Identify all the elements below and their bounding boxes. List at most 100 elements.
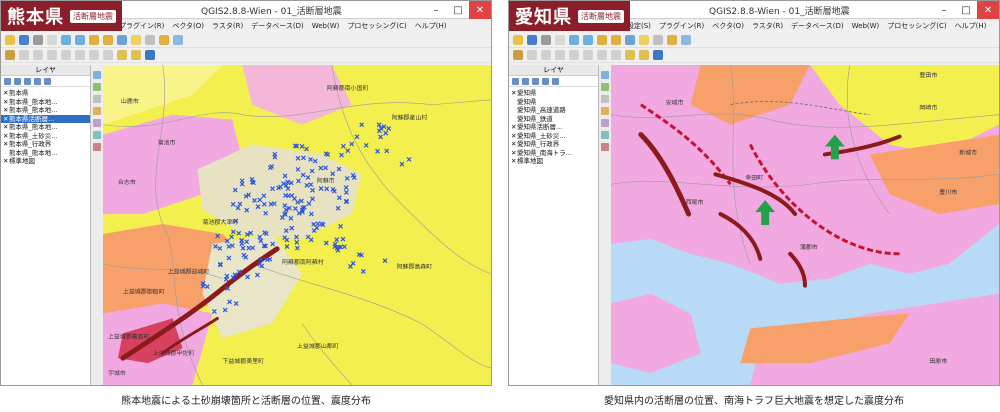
menu-web[interactable]: Web(W)	[312, 22, 340, 30]
print-icon[interactable]	[541, 35, 551, 45]
menu-web[interactable]: Web(W)	[852, 22, 880, 30]
copy-icon[interactable]	[89, 50, 99, 60]
tips-icon[interactable]	[173, 35, 183, 45]
expand-all-icon[interactable]	[542, 77, 549, 85]
delete-icon[interactable]	[569, 50, 579, 60]
layer-item[interactable]: 熊本県_熊本地...	[1, 149, 90, 158]
select-icon[interactable]	[653, 35, 663, 45]
layer-item[interactable]: 愛知県_鉄道	[509, 115, 598, 124]
label-icon[interactable]	[625, 50, 635, 60]
zoom-out-icon[interactable]	[583, 35, 593, 45]
expand-all-icon[interactable]	[34, 77, 41, 85]
layer-item[interactable]: ✕愛知県活断層...	[509, 123, 598, 132]
label-icon[interactable]	[117, 50, 127, 60]
python-icon[interactable]	[653, 50, 663, 60]
zoom-full-icon[interactable]	[597, 35, 607, 45]
menu-raster[interactable]: ラスタ(R)	[752, 21, 783, 31]
refresh-icon[interactable]	[117, 35, 127, 45]
layer-item[interactable]: ✕熊本県_熊本地...	[1, 98, 90, 107]
layer-item[interactable]: ✕熊本県	[1, 89, 90, 98]
open-layer-styling-icon[interactable]	[512, 77, 519, 85]
add-wms-icon[interactable]	[601, 107, 609, 115]
new-shapefile-icon[interactable]	[93, 131, 101, 139]
menu-vector[interactable]: ベクタ(O)	[172, 21, 204, 31]
zoom-full-icon[interactable]	[89, 35, 99, 45]
menu-plugins[interactable]: プラグイン(R)	[119, 21, 164, 31]
save-project-icon[interactable]	[19, 35, 29, 45]
save-project-icon[interactable]	[527, 35, 537, 45]
layer-item[interactable]: ✕熊本県_行政界	[1, 140, 90, 149]
zoom-layer-icon[interactable]	[611, 35, 621, 45]
python-icon[interactable]	[145, 50, 155, 60]
close-button[interactable]: ✕	[977, 1, 999, 19]
node-tool-icon[interactable]	[555, 50, 565, 60]
minimize-button[interactable]: –	[933, 1, 955, 19]
identify-icon[interactable]	[131, 35, 141, 45]
measure-icon[interactable]	[159, 35, 169, 45]
menu-help[interactable]: ヘルプ(H)	[955, 21, 987, 31]
edit-icon[interactable]	[5, 50, 15, 60]
label-pin-icon[interactable]	[639, 50, 649, 60]
add-raster-icon[interactable]	[601, 83, 609, 91]
tips-icon[interactable]	[681, 35, 691, 45]
add-database-icon[interactable]	[601, 95, 609, 103]
layer-item[interactable]: 愛知県_高速道路	[509, 106, 598, 115]
layer-item[interactable]: ✕熊本県_土砂災...	[1, 132, 90, 141]
add-group-icon[interactable]	[14, 77, 21, 85]
open-layer-styling-icon[interactable]	[4, 77, 11, 85]
add-vector-icon[interactable]	[601, 71, 609, 79]
move-feature-icon[interactable]	[33, 50, 43, 60]
add-vector-icon[interactable]	[93, 71, 101, 79]
select-icon[interactable]	[145, 35, 155, 45]
menu-raster[interactable]: ラスタ(R)	[212, 21, 243, 31]
menu-settings[interactable]: 設定(S)	[627, 21, 651, 31]
menu-plugins[interactable]: プラグイン(R)	[659, 21, 704, 31]
menu-database[interactable]: データベース(D)	[251, 21, 304, 31]
menu-database[interactable]: データベース(D)	[791, 21, 844, 31]
filter-legend-icon[interactable]	[24, 77, 31, 85]
label-pin-icon[interactable]	[131, 50, 141, 60]
delete-icon[interactable]	[61, 50, 71, 60]
identify-icon[interactable]	[639, 35, 649, 45]
maximize-button[interactable]: □	[955, 1, 977, 19]
layer-item-selected[interactable]: ✕熊本県活断層...	[1, 114, 90, 123]
pan-icon[interactable]	[47, 35, 57, 45]
layer-item[interactable]: ✕愛知県_南海トラ...	[509, 149, 598, 158]
add-wfs-icon[interactable]	[601, 143, 609, 151]
menu-processing[interactable]: プロセッシング(C)	[887, 21, 946, 31]
refresh-icon[interactable]	[625, 35, 635, 45]
print-icon[interactable]	[33, 35, 43, 45]
paste-icon[interactable]	[103, 50, 113, 60]
zoom-layer-icon[interactable]	[103, 35, 113, 45]
layer-item[interactable]: ✕標準地図	[509, 157, 598, 166]
maximize-button[interactable]: □	[447, 1, 469, 19]
layer-item[interactable]: ✕愛知県	[509, 89, 598, 98]
map-aichi[interactable]: 岡崎市 豊田市 安城市 西尾市 幸田町 蒲郡市 豊川市 新城市 田原市	[611, 65, 999, 385]
menu-processing[interactable]: プロセッシング(C)	[347, 21, 406, 31]
new-shapefile-icon[interactable]	[601, 131, 609, 139]
open-project-icon[interactable]	[5, 35, 15, 45]
collapse-all-icon[interactable]	[552, 77, 559, 85]
zoom-in-icon[interactable]	[569, 35, 579, 45]
map-canvas[interactable]: 岡崎市 豊田市 安城市 西尾市 幸田町 蒲郡市 豊川市 新城市 田原市	[611, 65, 999, 385]
cut-icon[interactable]	[583, 50, 593, 60]
collapse-all-icon[interactable]	[44, 77, 51, 85]
menu-vector[interactable]: ベクタ(O)	[712, 21, 744, 31]
add-delimited-icon[interactable]	[93, 119, 101, 127]
add-raster-icon[interactable]	[93, 83, 101, 91]
close-button[interactable]: ✕	[469, 1, 491, 19]
map-kumamoto[interactable]: 阿蘇郡南小国町 阿蘇郡産山村 山鹿市 菊池市 合志市 菊池郡大津町 阿蘇市 阿蘇…	[103, 65, 491, 385]
map-canvas[interactable]: 阿蘇郡南小国町 阿蘇郡産山村 山鹿市 菊池市 合志市 菊池郡大津町 阿蘇市 阿蘇…	[103, 65, 491, 385]
add-delimited-icon[interactable]	[601, 119, 609, 127]
layer-item[interactable]: 愛知県	[509, 98, 598, 107]
measure-icon[interactable]	[667, 35, 677, 45]
add-feature-icon[interactable]	[19, 50, 29, 60]
layer-item[interactable]: ✕愛知県_行政界	[509, 140, 598, 149]
node-tool-icon[interactable]	[47, 50, 57, 60]
add-feature-icon[interactable]	[527, 50, 537, 60]
cut-icon[interactable]	[75, 50, 85, 60]
layer-item[interactable]: ✕熊本県_熊本地...	[1, 123, 90, 132]
add-database-icon[interactable]	[93, 95, 101, 103]
zoom-in-icon[interactable]	[61, 35, 71, 45]
layer-item[interactable]: ✕愛知県_土砂災...	[509, 132, 598, 141]
